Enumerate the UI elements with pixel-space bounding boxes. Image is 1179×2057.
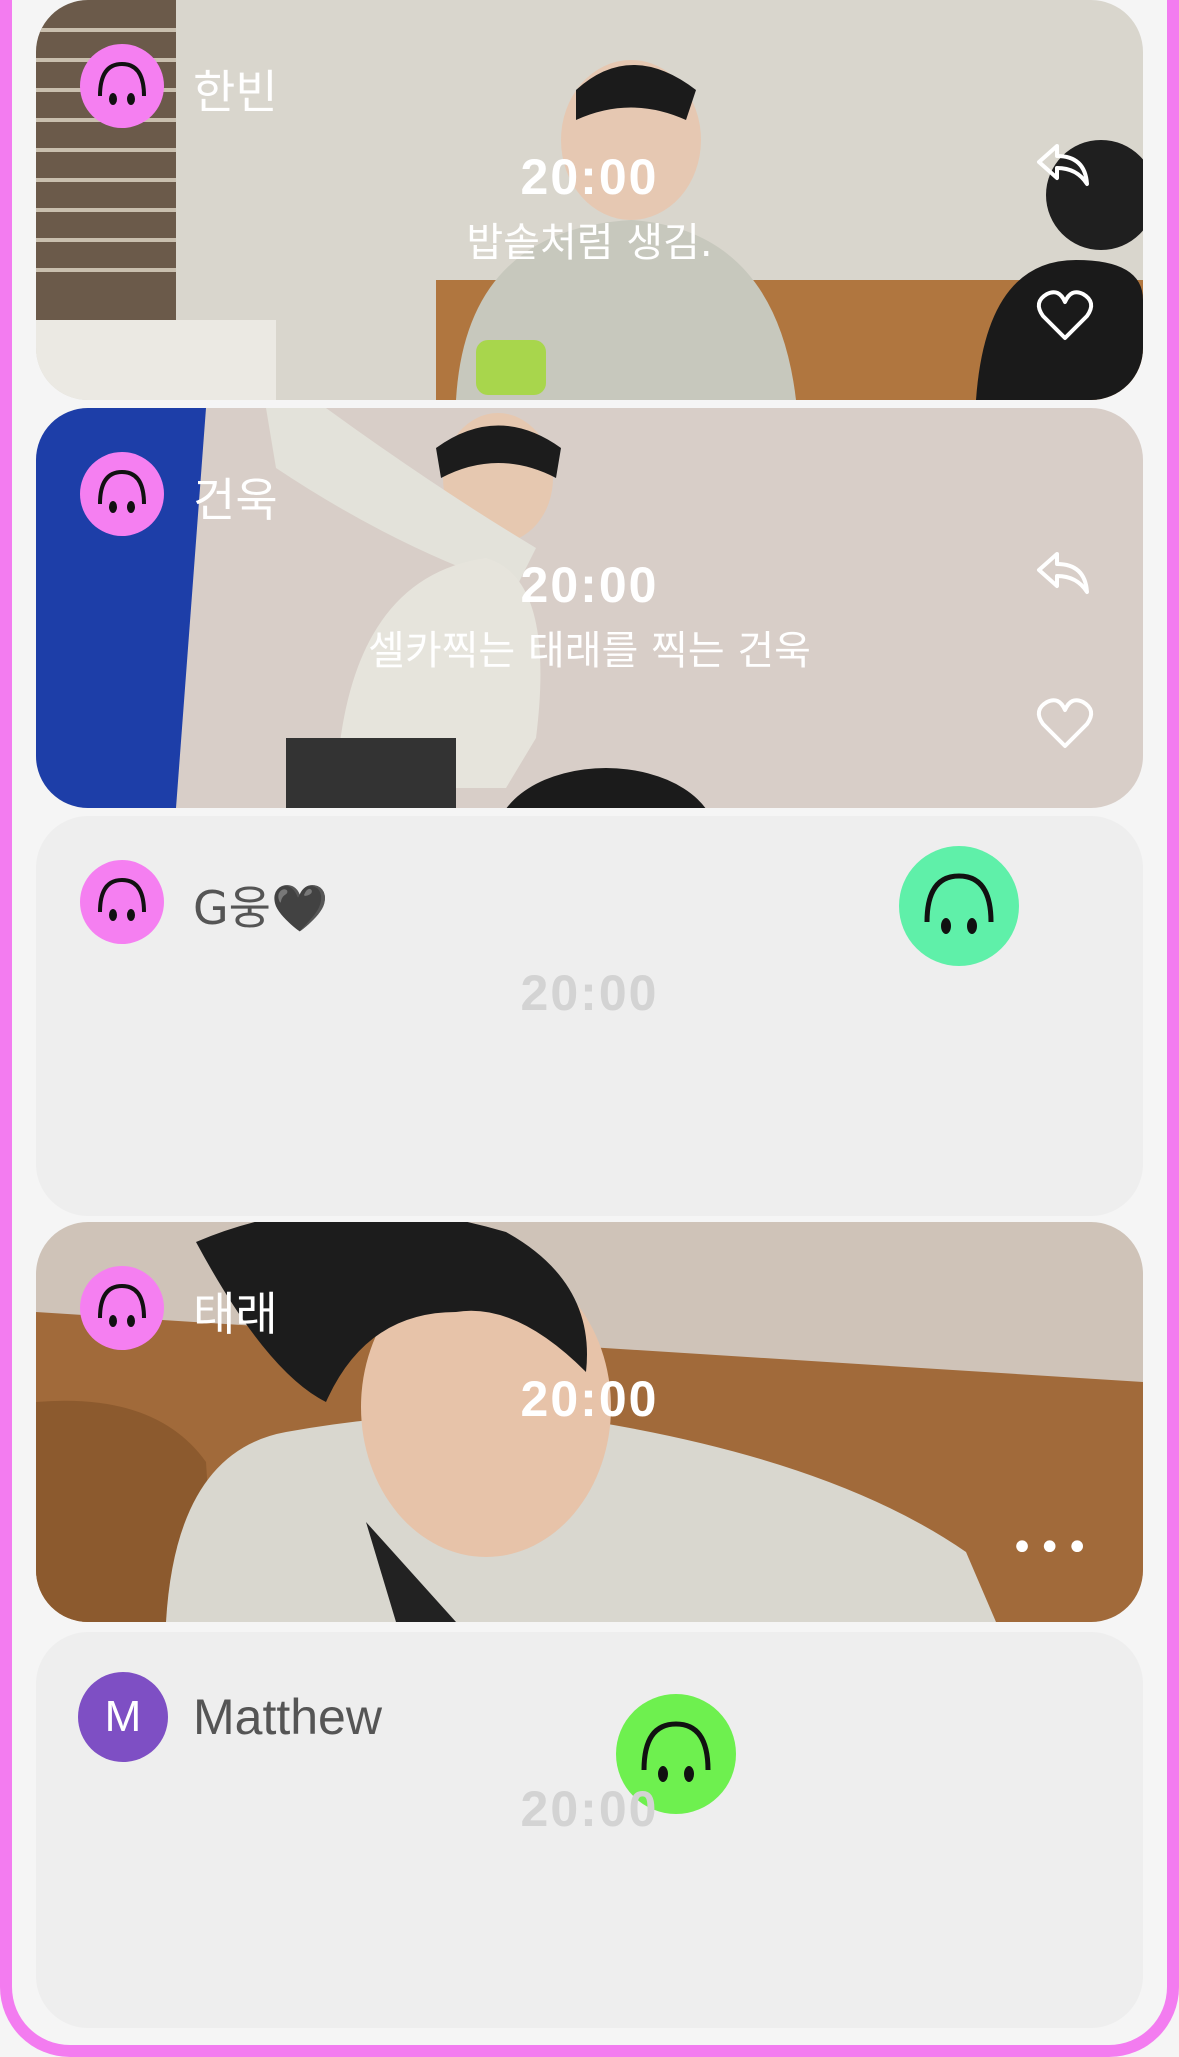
more-options-icon[interactable]: ••• <box>1010 1528 1093 1568</box>
feed-card[interactable]: M Matthew 20:00 <box>36 1632 1143 2028</box>
username: Matthew <box>193 1689 382 1745</box>
avatar[interactable] <box>80 860 164 944</box>
post-time: 20:00 <box>520 965 659 1021</box>
reply-icon[interactable] <box>1033 548 1093 598</box>
feed-card[interactable]: 태래 20:00 ••• <box>36 1222 1143 1622</box>
post-time: 20:00 <box>520 1781 659 1837</box>
upside-down-smiley-icon <box>98 877 146 921</box>
upside-down-smiley-icon <box>98 1283 146 1327</box>
post-time: 20:00 <box>520 149 659 205</box>
post-time: 20:00 <box>520 1371 659 1427</box>
feed-card[interactable]: 건욱 20:00 셀카찍는 태래를 찍는 건욱 <box>36 408 1143 808</box>
username: G웅🖤 <box>193 881 329 935</box>
username: 한빈 <box>193 65 278 119</box>
post-caption: 밥솥처럼 생김. <box>466 220 713 266</box>
upside-down-smiley-icon <box>98 61 146 105</box>
heart-icon[interactable] <box>1035 696 1095 752</box>
post-caption: 셀카찍는 태래를 찍는 건욱 <box>368 628 811 674</box>
username: 건욱 <box>193 473 278 527</box>
username: 태래 <box>193 1287 278 1341</box>
upside-down-smiley-icon <box>924 873 994 934</box>
avatar[interactable] <box>80 44 164 128</box>
reaction-smiley[interactable] <box>899 846 1019 966</box>
feed-card[interactable]: G웅🖤 20:00 <box>36 816 1143 1216</box>
avatar[interactable] <box>80 452 164 536</box>
heart-icon[interactable] <box>1035 288 1095 344</box>
post-time: 20:00 <box>520 557 659 613</box>
avatar[interactable] <box>80 1266 164 1350</box>
upside-down-smiley-icon <box>98 469 146 513</box>
reply-icon[interactable] <box>1033 140 1093 190</box>
avatar[interactable]: M <box>78 1672 168 1762</box>
feed-card[interactable]: 한빈 20:00 밥솥처럼 생김. <box>36 0 1143 400</box>
